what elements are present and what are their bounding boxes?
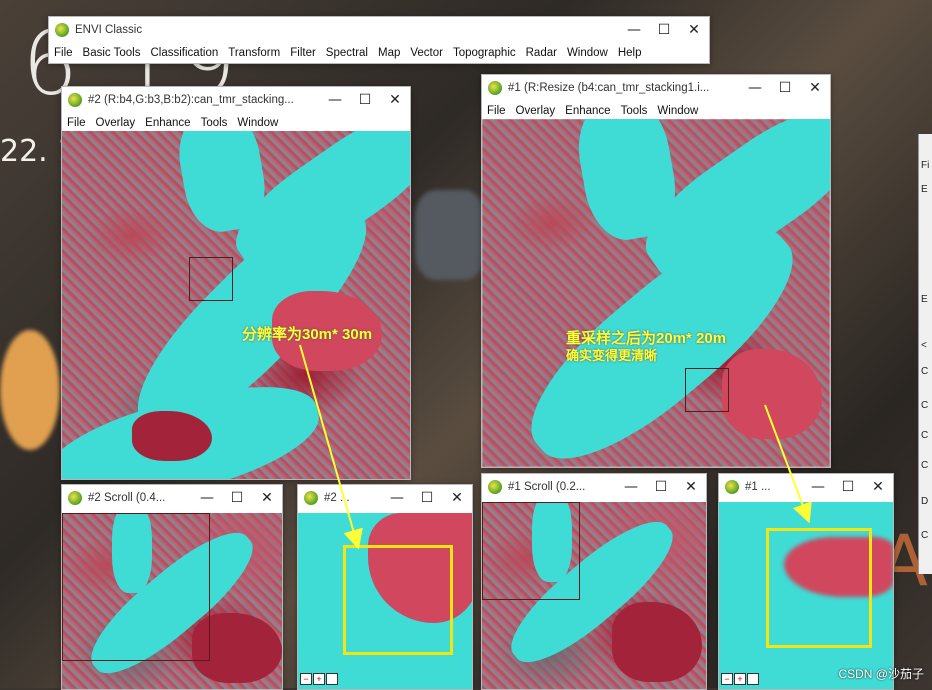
arrow-30m-to-zoom xyxy=(299,344,363,550)
annotation-arrows xyxy=(299,344,812,550)
arrow-20m-to-zoom xyxy=(764,404,812,524)
watermark: CSDN @沙茄子 xyxy=(838,667,924,681)
